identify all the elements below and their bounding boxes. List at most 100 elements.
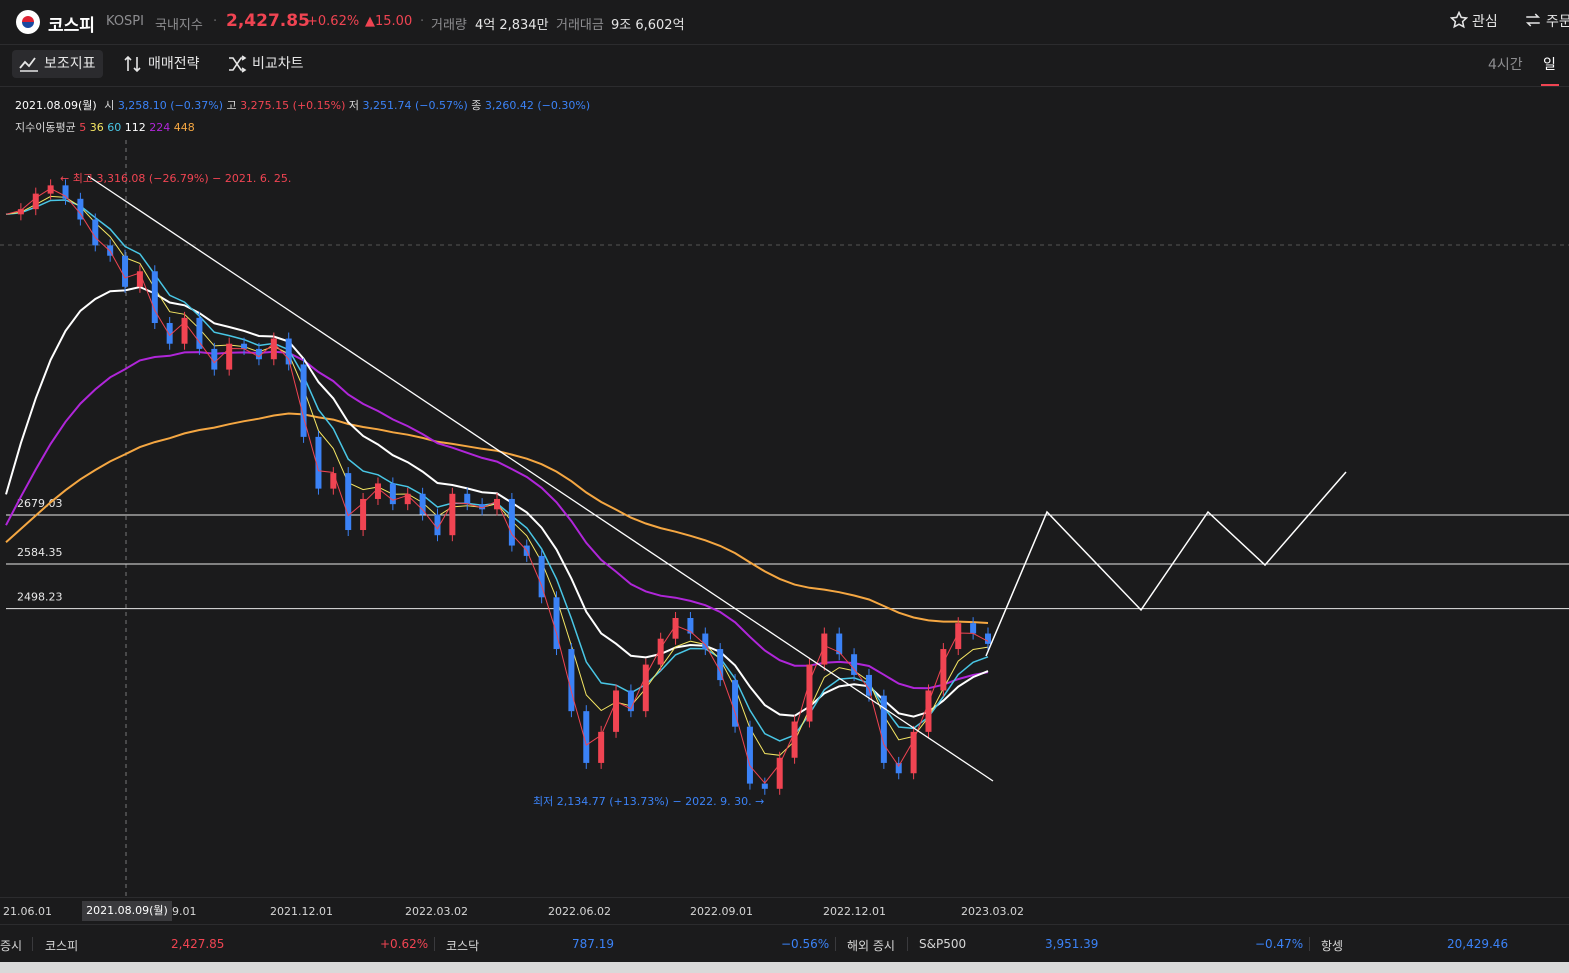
candle-body [330,473,337,489]
volume-value: 4억 2,834만 [475,18,549,33]
candle-body [389,483,396,505]
change-amount: ▲15.00 [365,14,413,29]
kosdaq-value: 787.19 [572,937,614,951]
candle-body [702,633,709,650]
order-button[interactable]: 주문 [1524,11,1569,31]
divider [835,937,836,951]
candle-body [241,343,248,349]
os-taskbar [0,962,1569,973]
price-chart[interactable]: 2679.032584.352498.23← 최고 3,316.08 (−26.… [0,140,1569,897]
ma-period-224: 224 [145,121,171,134]
hangseng-label[interactable]: 항셍 [1321,937,1343,954]
divider [907,937,908,951]
close-value: 3,260.42 (−0.30%) [484,99,591,112]
shuffle-icon [229,55,247,73]
ohlc-info: 2021.08.09(월) 시 3,258.10 (−0.37%) 고 3,27… [15,97,590,113]
high-label: 고 [226,99,237,112]
ohlc-date: 2021.08.09(월) [15,99,97,112]
stock-code: KOSPI [106,14,144,29]
separator-dot: · [420,14,425,29]
kospi-value: 2,427.85 [171,937,225,951]
strategy-button[interactable]: 매매전략 [116,50,207,78]
candle-body [449,493,456,536]
candle-body [791,721,798,758]
candle-body [494,498,500,510]
kosdaq-label[interactable]: 코스닥 [446,937,479,954]
candle-body [776,757,783,789]
indicators-button[interactable]: 보조지표 [12,50,103,78]
amount-label: 거래대금 [556,18,604,33]
x-tick-label: 2023.03.02 [961,905,1024,918]
candle-body [970,623,977,634]
favorite-button[interactable]: 관심 [1449,10,1498,31]
candle-body [92,219,99,246]
x-axis: 2021.08.09(월) 21.06.01 9.01 2021.12.01 2022… [0,897,1569,924]
ma-period-36: 36 [86,121,104,134]
compare-label: 비교차트 [252,56,304,72]
candle-body [345,473,352,531]
candle-body [196,317,203,349]
candle-body [910,731,917,774]
x-tick-label: 9.01 [172,905,197,918]
amount-value: 9조 6,602억 [611,18,685,33]
stock-name: 코스피 [48,16,95,36]
candle-body [880,695,887,763]
strategy-label: 매매전략 [148,56,200,72]
close-label: 종 [471,99,482,112]
swap-arrows-icon [1525,13,1541,27]
candle-body [568,649,575,712]
x-tick-label: 2022.03.02 [405,905,468,918]
candle-body [940,649,947,691]
stock-header: 코스피 KOSPI 국내지수 · 2,427.85 +0.62% ▲15.00 … [0,0,1569,45]
low-label: 저 [348,99,360,112]
domestic-label: 증시 [0,939,23,953]
compare-button[interactable]: 비교차트 [220,50,311,78]
candle-body [419,493,426,515]
kospi-pct: +0.62% [380,937,429,951]
favorite-label: 관심 [1472,14,1498,30]
chart-toolbar: 보조지표 매매전략 비교차트 [0,44,1569,87]
x-tick-label: 2022.06.02 [548,905,611,918]
ema448-line [5,412,989,624]
open-value: 3,258.10 (−0.37%) [117,99,224,112]
level-label-1: 2584.35 [17,546,63,559]
timeframe-selected-indicator [1541,84,1559,86]
market-label: 국내지수 [155,18,203,33]
candle-body [746,726,753,784]
ma-periods: 5 36 60 112 224 448 [79,121,195,134]
candle-body [717,649,724,681]
timeframe-day[interactable]: 일 [1543,54,1556,74]
current-price: 2,427.85 [226,11,310,31]
timeframe-4h[interactable]: 4시간 [1488,54,1523,74]
candle-body [613,690,620,732]
x-tick-label: 2022.09.01 [690,905,753,918]
chart-line-icon [19,57,38,72]
candle-body [761,783,768,789]
high-value: 3,275.15 (+0.15%) [240,99,346,112]
level-label-2: 2498.23 [17,591,63,604]
change-percent: +0.62% [307,14,360,29]
candle-body [508,498,515,546]
candle-body [122,255,129,287]
candle-body [464,493,471,505]
divider [1309,937,1310,951]
kospi-label[interactable]: 코스피 [45,937,78,954]
candle-body [374,483,381,499]
low-annotation: 최저 2,134.77 (+13.73%) − 2022. 9. 30. → [533,795,764,808]
x-tick-label: 21.06.01 [3,905,52,918]
volume-label: 거래량 [431,18,467,33]
ma-label: 지수이동평균 [15,121,76,134]
candle-body [226,343,233,370]
order-label: 주문 [1546,14,1569,30]
sp500-label[interactable]: S&P500 [919,937,966,951]
up-down-arrows-icon [124,55,141,73]
ma-legend: 지수이동평균 5 36 60 112 224 448 [15,119,195,135]
divider [434,937,435,951]
high-annotation: ← 최고 3,316.08 (−26.79%) − 2021. 6. 25. [60,172,291,185]
star-icon [1449,10,1469,29]
sp500-value: 3,951.39 [1045,937,1099,951]
crosshair-date-label: 2021.08.09(월) [82,901,172,921]
candle-body [985,633,991,644]
korea-flag-icon [16,10,40,34]
candle-body [270,338,277,360]
